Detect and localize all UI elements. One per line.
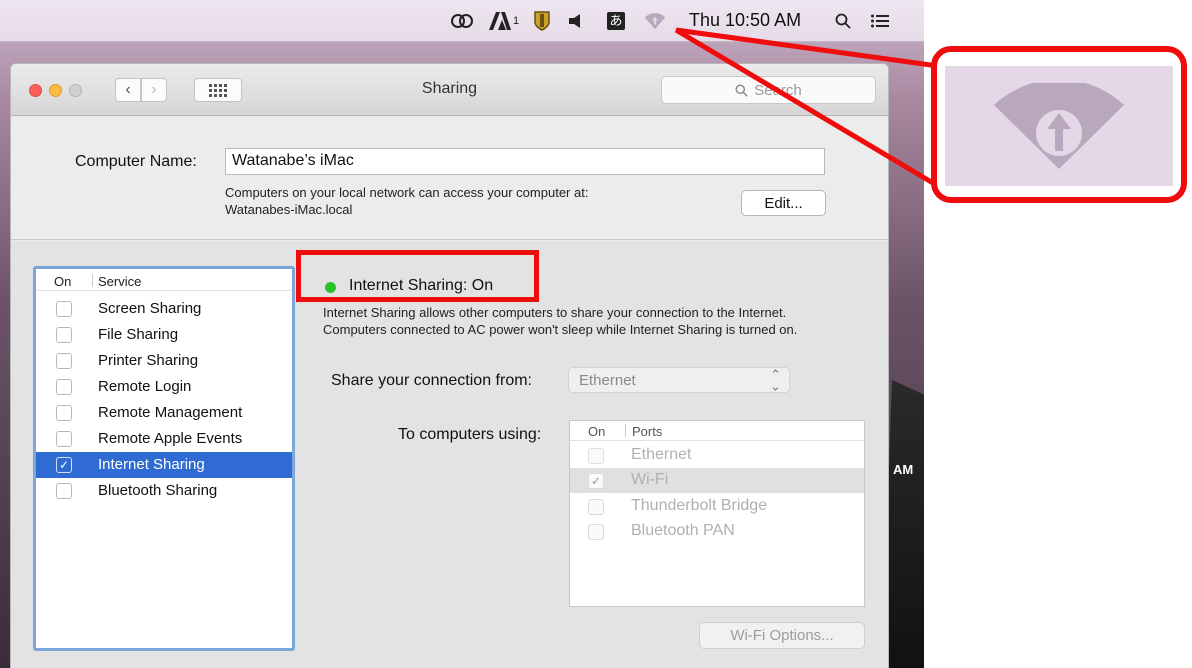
service-list-header: On Service [36,269,292,291]
computer-name-field[interactable]: Watanabe’s iMac [225,148,825,175]
port-checkbox[interactable] [588,499,604,515]
internet-sharing-icon [994,83,1124,169]
internet-sharing-icon[interactable] [642,10,668,32]
service-label: Remote Apple Events [98,430,243,447]
service-row-remote-management[interactable]: Remote Management [36,400,292,426]
share-from-value: Ethernet [579,372,636,389]
header-separator [92,274,93,287]
zoom-callout-box [931,46,1187,203]
service-label: Remote Login [98,378,192,395]
notification-center-icon[interactable] [868,10,892,32]
port-row-bluetooth-pan[interactable]: Bluetooth PAN [570,519,864,544]
service-checkbox[interactable] [56,353,72,369]
checkmark-icon: ✓ [590,474,602,488]
service-checkbox[interactable] [56,483,72,499]
to-computers-label: To computers using: [398,426,542,443]
spotlight-icon[interactable] [832,10,854,32]
computer-name-label: Computer Name: [75,153,197,170]
port-label: Bluetooth PAN [631,522,735,539]
port-checkbox[interactable] [588,448,604,464]
service-label: Screen Sharing [98,300,202,317]
share-from-label: Share your connection from: [331,372,532,389]
edit-button[interactable]: Edit... [741,190,826,216]
port-label: Wi-Fi [631,471,669,488]
port-checkbox[interactable] [588,524,604,540]
input-method-glyph: あ [607,12,625,30]
sharing-window: ‹ › Sharing Search Computer Name: Watana… [10,63,889,668]
search-icon [735,83,748,97]
header-service: Service [98,274,142,289]
wifi-options-button[interactable]: Wi-Fi Options... [699,622,865,649]
service-checkbox[interactable] [56,431,72,447]
adobe-icon[interactable]: 1 [487,10,521,32]
port-label: Ethernet [631,446,692,463]
service-checkbox[interactable]: ✓ [56,457,72,473]
ports-list: On Ports Ethernet ✓ Wi-Fi Thunderbolt Br… [569,420,865,607]
share-from-select[interactable]: Ethernet ⌃ ⌃ [568,367,790,393]
menu-bar-clock[interactable]: Thu 10:50 AM [689,10,801,31]
desktop-trees [884,380,924,668]
sharing-detail-section: On Service Screen Sharing File Sharing P… [11,241,888,668]
status-highlight-box [296,250,539,302]
creative-cloud-icon[interactable] [447,10,477,32]
service-row-remote-apple-events[interactable]: Remote Apple Events [36,426,292,452]
port-checkbox[interactable]: ✓ [588,473,604,489]
desktop-partial-text: AM [893,462,914,477]
search-field[interactable]: Search [661,76,876,104]
ports-list-header: On Ports [570,421,864,441]
service-label: Bluetooth Sharing [98,482,218,499]
header-on: On [588,424,606,439]
service-label: File Sharing [98,326,179,343]
service-checkbox[interactable] [56,301,72,317]
zoomed-icon-panel [945,66,1173,186]
header-ports: Ports [632,424,663,439]
computer-address-description: Computers on your local network can acce… [225,184,588,218]
search-placeholder: Search [754,81,802,99]
computer-name-section: Computer Name: Watanabe’s iMac Computers… [11,116,888,240]
computer-address-line2: Watanabes-iMac.local [225,202,353,217]
service-row-printer-sharing[interactable]: Printer Sharing [36,348,292,374]
input-method-icon[interactable]: あ [606,10,626,32]
header-on: On [54,274,72,289]
service-checkbox[interactable] [56,379,72,395]
menu-bar: 1 あ Thu 10:50 AM [0,0,924,42]
service-list: On Service Screen Sharing File Sharing P… [33,266,295,651]
service-row-bluetooth-sharing[interactable]: Bluetooth Sharing [36,478,292,504]
service-label: Printer Sharing [98,352,199,369]
header-separator [625,424,626,437]
adobe-badge: 1 [512,15,520,27]
shield-icon[interactable] [530,10,554,32]
service-label: Internet Sharing [98,456,205,473]
service-row-internet-sharing[interactable]: ✓ Internet Sharing [36,452,292,478]
volume-icon[interactable] [565,10,587,32]
computer-address-line1: Computers on your local network can acce… [225,185,589,200]
title-bar: ‹ › Sharing Search [11,64,888,116]
service-row-remote-login[interactable]: Remote Login [36,374,292,400]
service-label: Remote Management [98,404,243,421]
service-row-file-sharing[interactable]: File Sharing [36,322,292,348]
checkmark-icon: ✓ [58,458,70,472]
port-row-ethernet[interactable]: Ethernet [570,443,864,468]
port-row-wifi[interactable]: ✓ Wi-Fi [570,468,864,493]
service-checkbox[interactable] [56,327,72,343]
service-row-screen-sharing[interactable]: Screen Sharing [36,296,292,322]
port-row-thunderbolt-bridge[interactable]: Thunderbolt Bridge [570,494,864,519]
service-checkbox[interactable] [56,405,72,421]
chevron-up-down-icon: ⌃ ⌃ [770,367,781,393]
port-label: Thunderbolt Bridge [631,497,768,514]
status-description: Internet Sharing allows other computers … [323,305,798,337]
